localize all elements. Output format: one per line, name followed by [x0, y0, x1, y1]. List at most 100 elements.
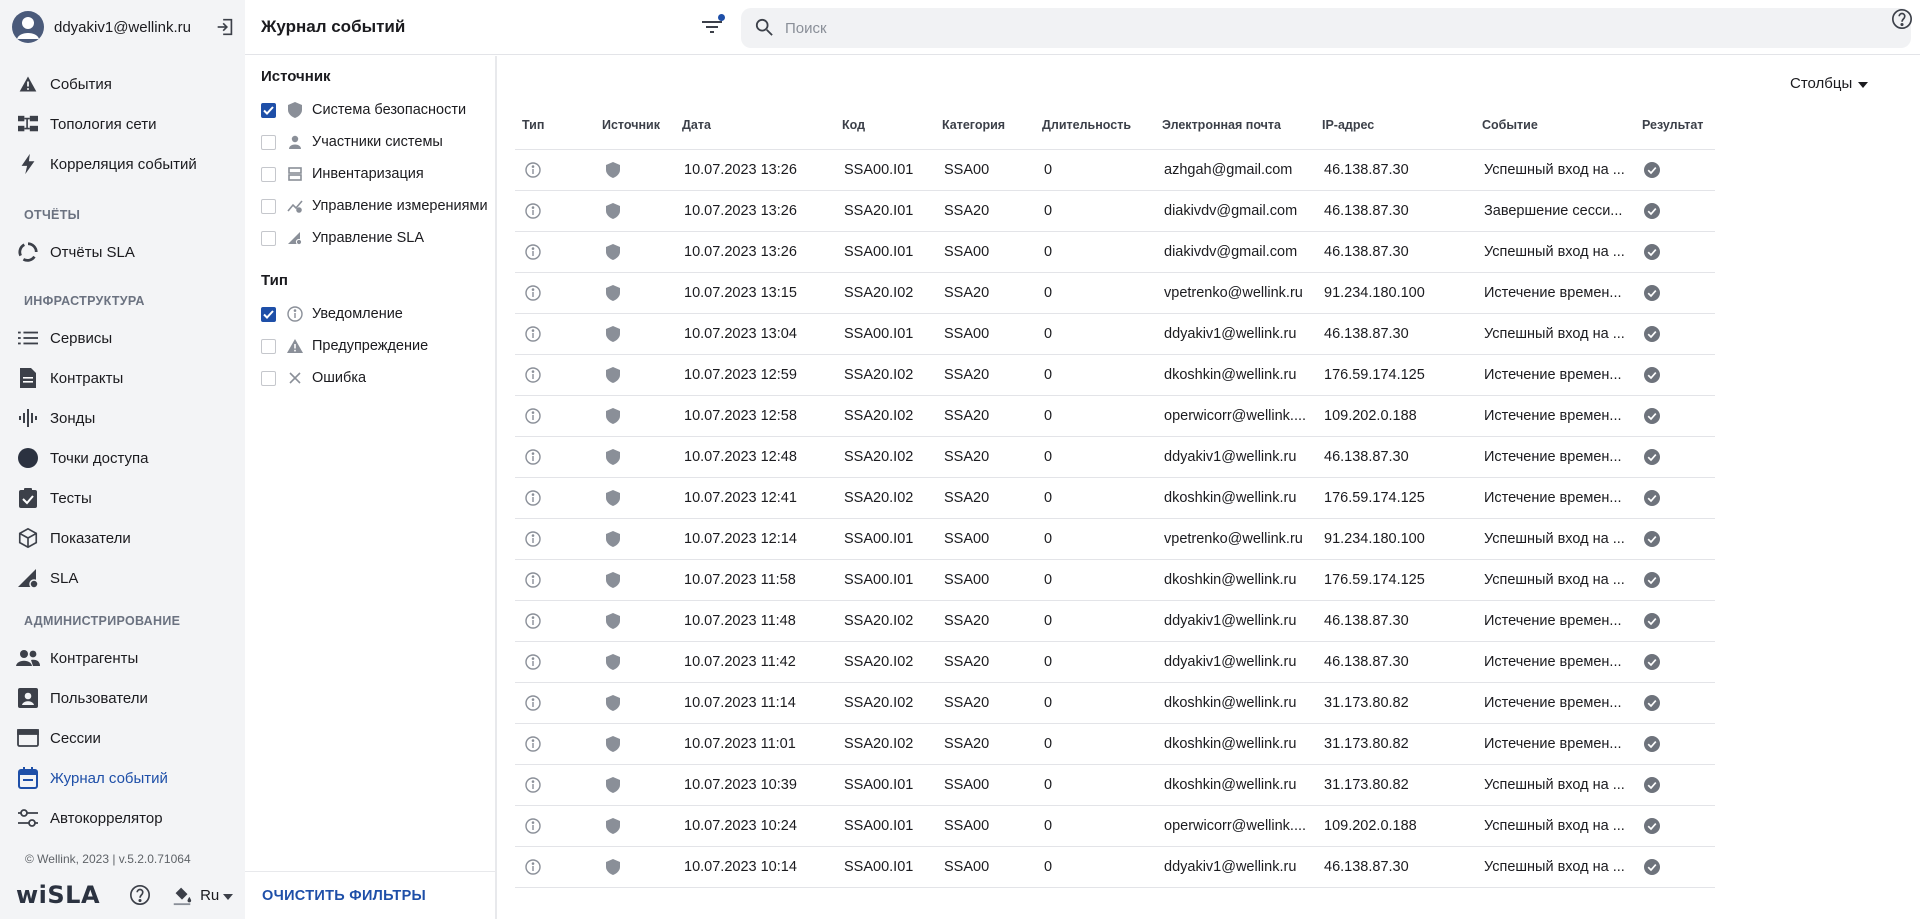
filter-source-inventory[interactable]: Инвентаризация [261, 163, 424, 185]
table-row[interactable]: 10.07.2023 13:26 SSA00.I01 SSA00 0 azhga… [515, 150, 1715, 191]
column-header-category[interactable]: Категория [942, 118, 1005, 132]
cell-date: 10.07.2023 10:14 [684, 859, 797, 875]
sidebar-item-metrics[interactable]: Показатели [0, 520, 245, 556]
column-header-date[interactable]: Дата [682, 118, 711, 132]
cell-email: vpetrenko@wellink.ru [1164, 285, 1303, 301]
user-row: ddyakiv1@wellink.ru [12, 10, 237, 44]
filter-source-measurements[interactable]: Управление измерениями [261, 195, 488, 217]
table-row[interactable]: 10.07.2023 11:58 SSA00.I01 SSA00 0 dkosh… [515, 560, 1715, 601]
language-value: Ru [200, 886, 220, 904]
cell-event: Успешный вход на ... [1484, 531, 1625, 547]
table-row[interactable]: 10.07.2023 11:42 SSA20.I02 SSA20 0 ddyak… [515, 642, 1715, 683]
nav-section-administration: АДМИНИСТРИРОВАНИЕ [24, 614, 181, 628]
table-row[interactable]: 10.07.2023 12:41 SSA20.I02 SSA20 0 dkosh… [515, 478, 1715, 519]
cell-duration: 0 [1044, 449, 1053, 465]
sidebar-item-sla[interactable]: SLA [0, 560, 245, 596]
table-row[interactable]: 10.07.2023 10:14 SSA00.I01 SSA00 0 ddyak… [515, 847, 1715, 888]
table-row[interactable]: 10.07.2023 12:14 SSA00.I01 SSA00 0 vpetr… [515, 519, 1715, 560]
theme-paint-icon[interactable] [170, 883, 194, 907]
column-header-event[interactable]: Событие [1482, 118, 1538, 132]
cell-category: SSA00 [944, 162, 990, 178]
sidebar-item-users[interactable]: Пользователи [0, 680, 245, 716]
info-icon [524, 161, 542, 179]
help-icon[interactable] [128, 883, 152, 907]
sidebar-item-event-log[interactable]: Журнал событий [0, 760, 245, 796]
sidebar-item-access-points[interactable]: Точки доступа [0, 440, 245, 476]
filter-source-title: Источник [261, 68, 331, 85]
check-circle-icon [1643, 284, 1661, 302]
table-row[interactable]: 10.07.2023 10:39 SSA00.I01 SSA00 0 dkosh… [515, 765, 1715, 806]
clear-filters-button[interactable]: ОЧИСТИТЬ ФИЛЬТРЫ [262, 888, 426, 904]
cell-ip: 46.138.87.30 [1324, 326, 1409, 342]
logout-icon[interactable] [213, 15, 237, 39]
table-row[interactable]: 10.07.2023 12:58 SSA20.I02 SSA20 0 operw… [515, 396, 1715, 437]
table-row[interactable]: 10.07.2023 12:59 SSA20.I02 SSA20 0 dkosh… [515, 355, 1715, 396]
cell-event: Истечение времен... [1484, 695, 1622, 711]
cell-duration: 0 [1044, 736, 1053, 752]
filter-type-error[interactable]: Ошибка [261, 367, 366, 389]
sidebar-item-sla-reports[interactable]: Отчёты SLA [0, 234, 245, 270]
version-text: © Wellink, 2023 | v.5.2.0.71064 [25, 852, 191, 866]
checkbox[interactable] [261, 230, 276, 246]
sidebar-item-autocorrelator[interactable]: Автокоррелятор [0, 800, 245, 836]
language-select[interactable]: Ru [200, 886, 234, 904]
cell-date: 10.07.2023 13:04 [684, 326, 797, 342]
filter-source-sla[interactable]: Управление SLA [261, 227, 424, 249]
checkbox[interactable] [261, 198, 276, 214]
table-row[interactable]: 10.07.2023 11:48 SSA20.I02 SSA20 0 ddyak… [515, 601, 1715, 642]
sidebar-item-correlation[interactable]: Корреляция событий [0, 146, 245, 182]
checkbox-checked[interactable] [261, 102, 276, 118]
table-row[interactable]: 10.07.2023 13:15 SSA20.I02 SSA20 0 vpetr… [515, 273, 1715, 314]
info-icon [524, 612, 542, 630]
column-header-result[interactable]: Результат [1642, 118, 1703, 132]
filter-type-notification[interactable]: Уведомление [261, 303, 403, 325]
cell-date: 10.07.2023 11:14 [684, 695, 796, 711]
cell-email: ddyakiv1@wellink.ru [1164, 654, 1297, 670]
checkbox[interactable] [261, 338, 276, 354]
column-header-duration[interactable]: Длительность [1042, 118, 1131, 132]
table-row[interactable]: 10.07.2023 10:24 SSA00.I01 SSA00 0 operw… [515, 806, 1715, 847]
filter-source-security[interactable]: Система безопасности [261, 99, 466, 121]
cell-date: 10.07.2023 10:24 [684, 818, 797, 834]
sidebar-item-label: Контрагенты [50, 649, 139, 667]
sidebar-item-probes[interactable]: Зонды [0, 400, 245, 436]
sidebar-item-counterparties[interactable]: Контрагенты [0, 640, 245, 676]
sidebar-item-label: SLA [50, 569, 79, 587]
cell-event: Успешный вход на ... [1484, 244, 1625, 260]
column-header-type[interactable]: Тип [522, 118, 544, 132]
help-icon [1891, 8, 1913, 33]
sidebar-item-sessions[interactable]: Сессии [0, 720, 245, 756]
filter-type-warning[interactable]: Предупреждение [261, 335, 428, 357]
columns-button[interactable]: Столбцы [1790, 75, 1869, 92]
check-circle-icon [1643, 735, 1661, 753]
table-row[interactable]: 10.07.2023 13:04 SSA00.I01 SSA00 0 ddyak… [515, 314, 1715, 355]
sidebar-item-services[interactable]: Сервисы [0, 320, 245, 356]
checkbox-checked[interactable] [261, 306, 276, 322]
table-row[interactable]: 10.07.2023 13:26 SSA00.I01 SSA00 0 diaki… [515, 232, 1715, 273]
table-row[interactable]: 10.07.2023 12:48 SSA20.I02 SSA20 0 ddyak… [515, 437, 1715, 478]
sidebar-item-label: Топология сети [50, 115, 157, 133]
check-circle-icon [1643, 612, 1661, 630]
column-header-email[interactable]: Электронная почта [1162, 118, 1281, 132]
column-header-ip[interactable]: IP-адрес [1322, 118, 1374, 132]
sidebar-item-topology[interactable]: Топология сети [0, 106, 245, 142]
sla-icon [16, 566, 40, 590]
sidebar-item-label: Автокоррелятор [50, 809, 163, 827]
table-row[interactable]: 10.07.2023 13:26 SSA20.I01 SSA20 0 diaki… [515, 191, 1715, 232]
checkbox[interactable] [261, 370, 276, 386]
table-row[interactable]: 10.07.2023 11:01 SSA20.I02 SSA20 0 dkosh… [515, 724, 1715, 765]
filter-button[interactable] [698, 14, 726, 42]
avatar[interactable] [12, 11, 44, 43]
sidebar-item-tests[interactable]: Тесты [0, 480, 245, 516]
checkbox[interactable] [261, 134, 276, 150]
search-input[interactable] [785, 19, 1845, 37]
sidebar-item-events[interactable]: События [0, 66, 245, 102]
sidebar-item-contracts[interactable]: Контракты [0, 360, 245, 396]
column-header-source[interactable]: Источник [602, 118, 660, 132]
checkbox[interactable] [261, 166, 276, 182]
column-header-code[interactable]: Код [842, 118, 865, 132]
page-title: Журнал событий [261, 17, 406, 36]
help-button[interactable] [1890, 8, 1914, 32]
filter-source-participants[interactable]: Участники системы [261, 131, 443, 153]
table-row[interactable]: 10.07.2023 11:14 SSA20.I02 SSA20 0 dkosh… [515, 683, 1715, 724]
